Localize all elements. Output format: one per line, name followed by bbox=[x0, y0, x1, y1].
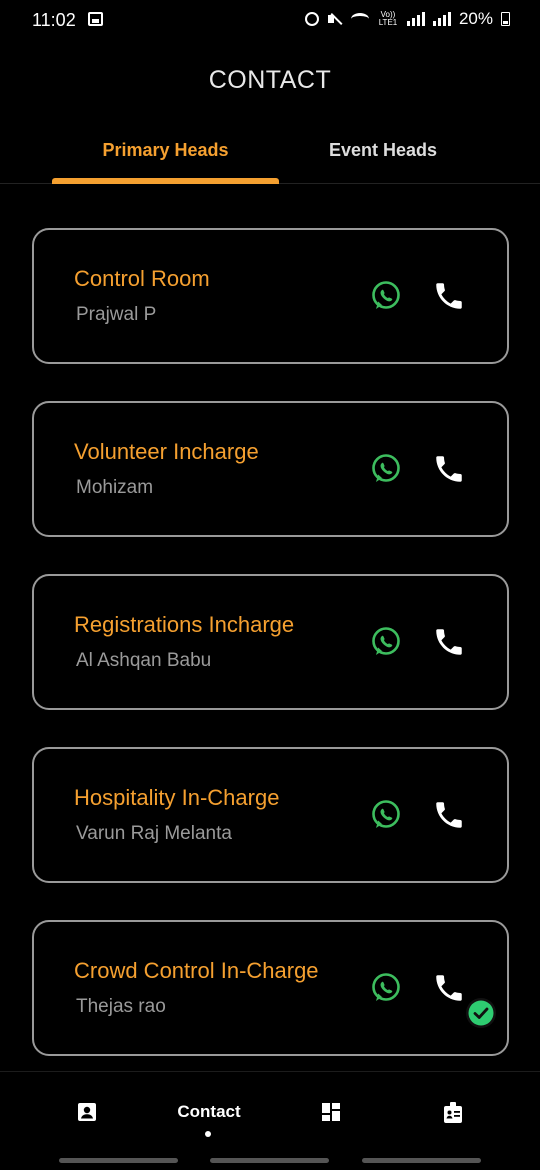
nav-active-dot bbox=[205, 1131, 211, 1137]
check-badge-icon bbox=[466, 998, 496, 1028]
contact-card: Control Room Prajwal P bbox=[32, 228, 509, 364]
phone-icon[interactable] bbox=[432, 971, 466, 1005]
contact-card: Volunteer Incharge Mohizam bbox=[32, 401, 509, 537]
contact-name: Al Ashqan Babu bbox=[76, 650, 212, 671]
bottom-nav: Contact bbox=[0, 1071, 540, 1170]
tab-primary-heads[interactable]: Primary Heads bbox=[52, 140, 279, 161]
contact-role: Volunteer Incharge bbox=[74, 439, 259, 464]
tab-bar: Primary Heads Event Heads bbox=[0, 128, 540, 184]
contact-role: Hospitality In-Charge bbox=[74, 785, 280, 810]
tab-event-heads[interactable]: Event Heads bbox=[270, 140, 496, 161]
battery-percent: 20% bbox=[458, 9, 493, 28]
whatsapp-icon[interactable] bbox=[370, 799, 402, 831]
gesture-bar bbox=[210, 1158, 329, 1163]
gallery-notification-icon bbox=[88, 12, 103, 26]
whatsapp-icon[interactable] bbox=[370, 972, 402, 1004]
contact-role: Control Room bbox=[74, 266, 210, 291]
contact-role: Crowd Control In-Charge bbox=[74, 958, 319, 983]
battery-icon bbox=[501, 12, 510, 26]
contact-name: Prajwal P bbox=[76, 304, 157, 325]
volte-bottom: LTE1 bbox=[378, 18, 398, 27]
signal-icon-1 bbox=[406, 12, 425, 26]
gesture-bar bbox=[362, 1158, 481, 1163]
contact-card: Registrations Incharge Al Ashqan Babu bbox=[32, 574, 509, 710]
whatsapp-icon[interactable] bbox=[370, 280, 402, 312]
whatsapp-icon[interactable] bbox=[370, 626, 402, 658]
status-bar: 11:02 Vo)) LTE1 20% bbox=[0, 0, 540, 40]
profile-icon[interactable] bbox=[77, 1102, 97, 1122]
signal-icon-2 bbox=[432, 12, 451, 26]
mute-icon bbox=[327, 11, 343, 27]
gesture-bar bbox=[59, 1158, 178, 1163]
page-title: CONTACT bbox=[208, 66, 332, 94]
phone-icon[interactable] bbox=[432, 798, 466, 832]
dashboard-icon[interactable] bbox=[321, 1102, 341, 1122]
phone-icon[interactable] bbox=[432, 452, 466, 486]
contact-card: Crowd Control In-Charge Thejas rao bbox=[32, 920, 509, 1056]
contact-name: Thejas rao bbox=[76, 996, 166, 1017]
tab-selected-indicator bbox=[52, 178, 279, 184]
nav-contact-tab[interactable]: Contact bbox=[150, 1102, 268, 1122]
volte-icon: Vo)) LTE1 bbox=[377, 11, 399, 27]
contact-name: Varun Raj Melanta bbox=[76, 823, 232, 844]
alarm-icon bbox=[304, 12, 319, 26]
wifi-icon bbox=[350, 13, 369, 25]
status-time: 11:02 bbox=[32, 10, 76, 30]
id-card-icon[interactable] bbox=[443, 1102, 463, 1124]
contact-role: Registrations Incharge bbox=[74, 612, 295, 637]
phone-icon[interactable] bbox=[432, 625, 466, 659]
whatsapp-icon[interactable] bbox=[370, 453, 402, 485]
phone-icon[interactable] bbox=[432, 279, 466, 313]
contact-name: Mohizam bbox=[76, 477, 154, 498]
status-icons: Vo)) LTE1 20% bbox=[304, 9, 510, 29]
contact-card: Hospitality In-Charge Varun Raj Melanta bbox=[32, 747, 509, 883]
